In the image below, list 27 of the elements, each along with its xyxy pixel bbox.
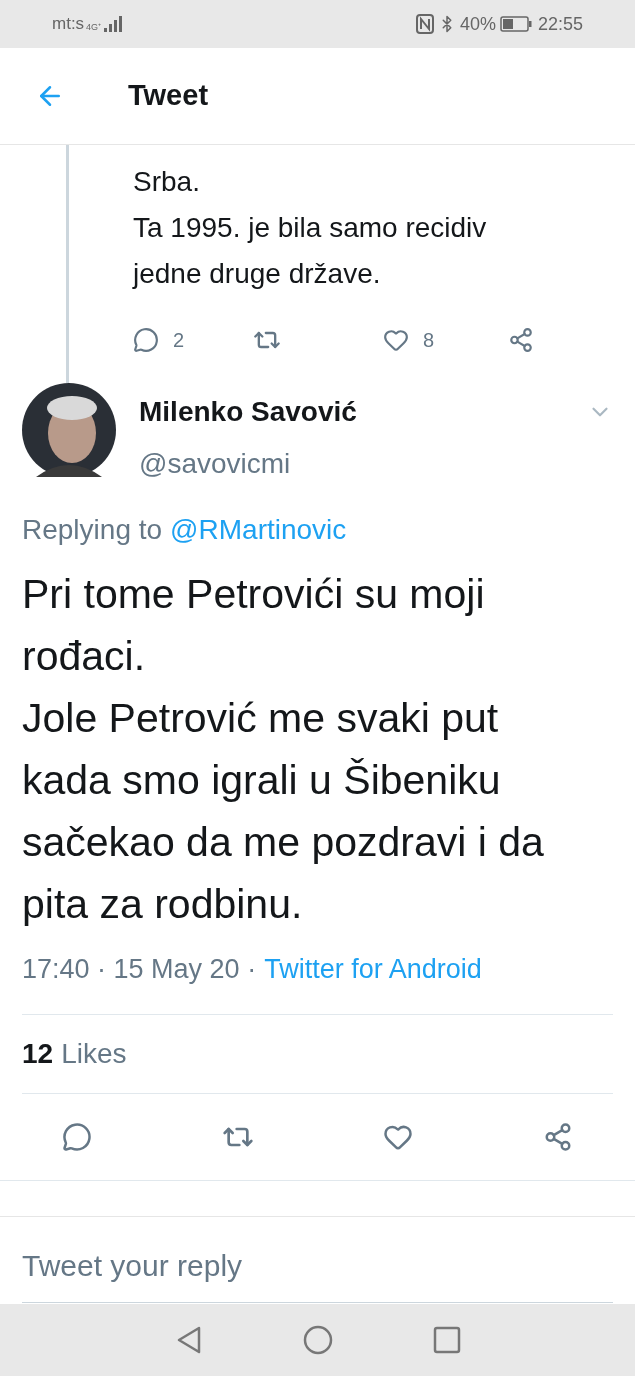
tweet-text: Pri tome Petrovići su moji rođaci. Jole Petrović me svaki put kada smo igrali u Šibeniku sačekao da me pozdravi i da pita za rodbinu. xyxy=(21,570,545,929)
recents-icon[interactable] xyxy=(432,1326,461,1354)
mention-link[interactable]: @RMartinovic xyxy=(170,509,347,551)
author-handle: @savovicmi xyxy=(139,447,292,481)
clock: 22:55 xyxy=(537,12,583,36)
heart-icon xyxy=(383,327,409,353)
author-name: Milenko Savović xyxy=(139,395,357,429)
share-button[interactable] xyxy=(508,327,534,353)
battery-icon xyxy=(499,16,532,32)
network-label: 4G⁺ xyxy=(86,21,102,35)
reply-field[interactable]: Tweet your reply xyxy=(22,1242,613,1303)
reply-button[interactable] xyxy=(62,1121,92,1152)
source-link[interactable]: Twitter for Android xyxy=(264,949,482,990)
battery-percent: 40% xyxy=(459,12,496,36)
nfc-icon xyxy=(415,14,434,34)
home-icon[interactable] xyxy=(302,1325,333,1355)
previous-tweet-text: Srba. Ta 1995. je bila samo recidiv jedne druge države. xyxy=(133,165,488,291)
replying-label: Replying to xyxy=(22,513,163,547)
like-button[interactable]: 8 xyxy=(383,325,508,355)
likes-count: 12 xyxy=(22,1036,54,1071)
tweet-timestamp: 17:40 · 15 May 20 · xyxy=(22,953,257,986)
signal-icon xyxy=(103,16,124,32)
speech-bubble-icon xyxy=(133,327,159,353)
header-title: Tweet xyxy=(128,78,209,114)
carrier-label: mt:s xyxy=(52,13,85,36)
likes-label: Likes xyxy=(61,1036,127,1071)
reply-button[interactable]: 2 xyxy=(133,325,253,355)
